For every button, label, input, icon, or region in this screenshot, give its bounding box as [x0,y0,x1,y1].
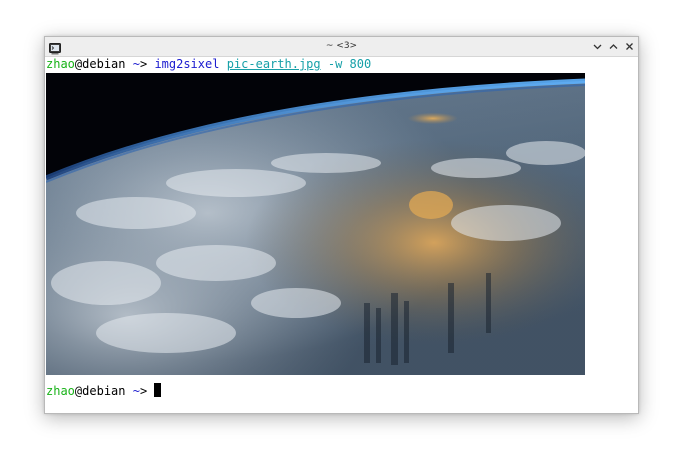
command-line: zhao@debian ~> img2sixel pic-earth.jpg -… [46,57,371,72]
prompt-symbol: > [139,57,148,71]
prompt-host: debian [82,384,126,398]
prompt-host: debian [82,57,126,71]
prompt-user: zhao [46,57,75,71]
command-option-argument: -w 800 [327,57,372,71]
prompt-user: zhao [46,384,75,398]
command-name: img2sixel [154,57,220,71]
prompt-line[interactable]: zhao@debian ~> [46,383,162,398]
text-cursor [154,383,162,397]
chevron-up-icon[interactable] [607,40,620,53]
command-file-argument[interactable]: pic-earth.jpg [227,57,321,71]
title-bar[interactable]: ~ <3> [45,37,638,57]
chevron-down-icon[interactable] [591,40,604,53]
close-icon[interactable] [623,40,636,53]
prompt-symbol: > [139,384,148,398]
window-title: ~ <3> [325,41,358,51]
earth-from-orbit-image [46,73,585,375]
terminal-area[interactable]: zhao@debian ~> img2sixel pic-earth.jpg -… [45,57,638,413]
prompt-cwd: ~ [132,384,140,398]
prompt-cwd: ~ [132,57,140,71]
terminal-window: ~ <3> zhao@debian ~> img2sixel pic-earth… [44,36,639,414]
